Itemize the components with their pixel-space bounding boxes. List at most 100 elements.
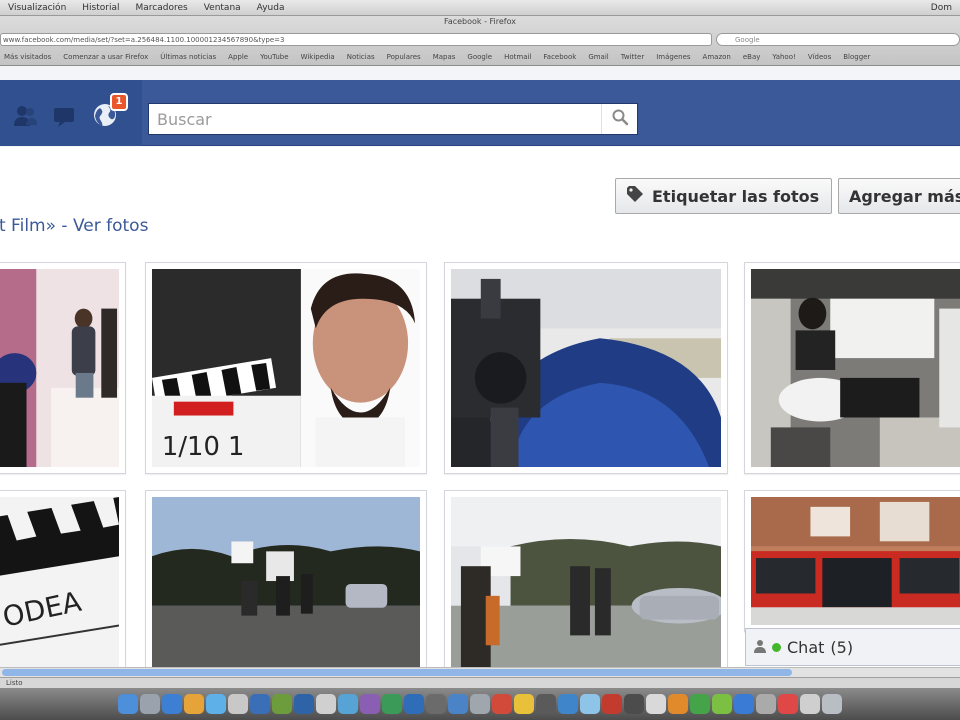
search-button[interactable] [601,104,637,134]
online-dot-icon [772,642,781,652]
browser-search-field[interactable]: Google [716,33,960,46]
dock-trash-icon[interactable] [822,694,842,714]
menu-clock[interactable]: Dom [931,3,952,13]
dock-app-icon[interactable] [778,694,798,714]
photo-thumbnail[interactable] [145,490,427,676]
bookmark-item[interactable]: eBay [743,53,761,61]
magnifier-icon [611,108,629,130]
dock-app-icon[interactable] [624,694,644,714]
album-title-link[interactable]: rt Film» [0,216,56,236]
dock-app-icon[interactable] [140,694,160,714]
dock-app-icon[interactable] [228,694,248,714]
friend-icon [754,638,766,657]
dock-app-icon[interactable] [382,694,402,714]
photo-image [751,269,960,467]
dock-app-icon[interactable] [690,694,710,714]
bookmark-item[interactable]: Vídeos [808,53,831,61]
dock-app-icon[interactable] [162,694,182,714]
mac-dock [0,688,960,720]
bookmark-item[interactable]: Facebook [543,53,576,61]
dock-app-icon[interactable] [734,694,754,714]
friends-icon[interactable] [12,102,38,128]
photo-thumbnail[interactable]: ODEA [0,490,126,676]
menu-item-help[interactable]: Ayuda [257,3,285,13]
chat-count: (5) [830,637,854,657]
photo-image [751,497,960,625]
facebook-search-box[interactable] [148,103,638,135]
photo-thumbnail[interactable] [444,262,728,474]
bookmark-item[interactable]: Más visitados [4,53,51,61]
photo-thumbnail[interactable]: 1/10 1 [145,262,427,474]
menu-item-window[interactable]: Ventana [204,3,241,13]
bookmark-item[interactable]: Blogger [843,53,870,61]
view-photos-link[interactable]: Ver fotos [73,216,148,236]
menu-item-view[interactable]: Visualización [8,3,66,13]
bookmark-item[interactable]: Twitter [621,53,644,61]
photo-thumbnail[interactable] [0,262,126,474]
messages-icon[interactable] [52,102,78,128]
bookmark-item[interactable]: Wikipedia [301,53,335,61]
dock-app-icon[interactable] [184,694,204,714]
dock-safari-icon[interactable] [206,694,226,714]
bookmark-item[interactable]: Google [467,53,492,61]
photo-thumbnail[interactable] [444,490,728,676]
dock-app-icon[interactable] [250,694,270,714]
dock-app-icon[interactable] [580,694,600,714]
chat-tab[interactable]: Chat (5) [745,628,960,666]
screen: Visualización Historial Marcadores Venta… [0,0,960,720]
bookmark-item[interactable]: Comenzar a usar Firefox [63,53,148,61]
dock-app-icon[interactable] [800,694,820,714]
bookmark-item[interactable]: YouTube [260,53,288,61]
bookmark-item[interactable]: Últimas noticias [160,53,216,61]
bookmark-item[interactable]: Mapas [433,53,456,61]
tag-photos-button[interactable]: Etiquetar las fotos [615,178,832,214]
scrollbar-thumb[interactable] [2,669,792,676]
window-title: Facebook - Firefox [443,17,517,26]
bookmark-item[interactable]: Gmail [588,53,608,61]
photo-image [451,497,721,669]
dock-app-icon[interactable] [536,694,556,714]
dock-app-icon[interactable] [360,694,380,714]
search-input[interactable] [149,105,601,133]
dock-app-icon[interactable] [294,694,314,714]
dock-app-icon[interactable] [316,694,336,714]
dock-app-icon[interactable] [712,694,732,714]
dock-app-icon[interactable] [492,694,512,714]
horizontal-scrollbar[interactable] [0,667,960,677]
photo-image: 1/10 1 [152,269,420,467]
dock-app-icon[interactable] [756,694,776,714]
bookmark-item[interactable]: Yahoo! [772,53,795,61]
dock-app-icon[interactable] [470,694,490,714]
photo-image [451,269,721,467]
menu-item-history[interactable]: Historial [82,3,119,13]
dock-app-icon[interactable] [668,694,688,714]
dock-app-icon[interactable] [602,694,622,714]
bookmark-item[interactable]: Apple [228,53,248,61]
bookmark-item[interactable]: Imágenes [656,53,690,61]
browser-status-bar: Listo [0,677,960,688]
dock-app-icon[interactable] [558,694,578,714]
menu-item-bookmarks[interactable]: Marcadores [136,3,188,13]
photo-image: ODEA [0,497,119,669]
dock-app-icon[interactable] [448,694,468,714]
bookmarks-bar: Más visitados Comenzar a usar Firefox Úl… [0,50,960,64]
dock-finder-icon[interactable] [118,694,138,714]
photo-thumbnail[interactable] [744,262,960,474]
dock-app-icon[interactable] [514,694,534,714]
dock-app-icon[interactable] [404,694,424,714]
bookmark-item[interactable]: Amazon [703,53,731,61]
photo-thumbnail[interactable] [744,490,960,632]
notification-badge[interactable]: 1 [110,93,128,111]
photo-image [152,497,420,669]
address-bar[interactable]: www.facebook.com/media/set/?set=a.256484… [0,33,712,46]
add-more-button[interactable]: Agregar más [838,178,960,214]
tag-photos-label: Etiquetar las fotos [652,186,820,206]
bookmark-item[interactable]: Noticias [347,53,375,61]
dock-app-icon[interactable] [272,694,292,714]
photo-image [0,269,119,467]
dock-app-icon[interactable] [646,694,666,714]
dock-app-icon[interactable] [426,694,446,714]
dock-app-icon[interactable] [338,694,358,714]
bookmark-item[interactable]: Populares [387,53,421,61]
bookmark-item[interactable]: Hotmail [504,53,531,61]
